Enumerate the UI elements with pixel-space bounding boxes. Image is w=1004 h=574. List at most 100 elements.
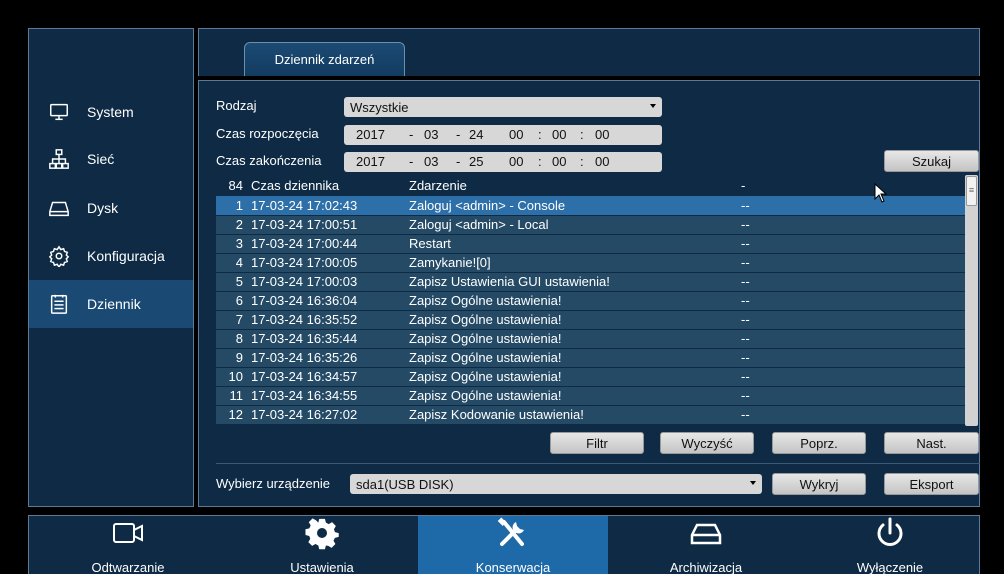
end-second[interactable]: 00 [595,154,609,169]
sidebar-item-system[interactable]: System [29,88,193,136]
date-separator: - [456,154,461,169]
divider [216,463,980,464]
disk-icon [47,196,71,220]
cell-time: 17-03-24 16:35:52 [251,310,409,330]
end-day[interactable]: 25 [469,154,483,169]
table-row[interactable]: 12 17-03-24 16:27:02 Zapisz Kodowanie usta… [216,405,965,425]
table-row[interactable]: 1 17-03-24 17:02:43 Zaloguj <admin> - Cons… [216,196,965,216]
cell-time: 17-03-24 17:00:03 [251,272,409,292]
date-separator: - [409,154,414,169]
scrollbar-thumb[interactable]: ≡ [966,176,977,206]
event-log-table: 84 Czas dziennika Zdarzenie - 1 17-03-24 … [216,175,980,426]
table-row[interactable]: 4 17-03-24 17:00:05 Zamykanie![0] -- [216,253,965,273]
tab-event-log[interactable]: Dziennik zdarzeń [244,42,405,76]
cell-event: Zapisz Ogólne ustawienia! [409,310,741,330]
cell-time: 17-03-24 16:27:02 [251,405,409,425]
table-row[interactable]: 9 17-03-24 16:35:26 Zapisz Ogólne ustawien… [216,348,965,368]
cell-time: 17-03-24 17:00:51 [251,215,409,235]
power-icon [877,517,903,546]
cell-event: Restart [409,234,741,254]
time-separator: : [538,154,542,169]
sidebar-item-configuration[interactable]: Konfiguracja [29,232,193,280]
next-page-button[interactable]: Nast. [884,432,979,454]
sidebar-item-label: Dysk [87,200,119,216]
start-year[interactable]: 2017 [356,127,385,142]
gear-icon [305,518,339,550]
type-label: Rodzaj [216,98,257,113]
device-select[interactable]: sda1(USB DISK) [350,474,762,494]
cell-time: 17-03-24 16:35:26 [251,348,409,368]
cell-index: 6 [216,291,251,311]
table-row[interactable]: 2 17-03-24 17:00:51 Zaloguj <admin> - Loca… [216,215,965,235]
cell-extra: -- [741,291,965,311]
table-row[interactable]: 6 17-03-24 16:36:04 Zapisz Ogólne ustawien… [216,291,965,311]
prev-page-button[interactable]: Poprz. [772,432,866,454]
nav-backup[interactable]: Archiwizacja [608,516,804,574]
end-year[interactable]: 2017 [356,154,385,169]
cell-index: 3 [216,234,251,254]
cell-index: 9 [216,348,251,368]
cell-extra: -- [741,253,965,273]
cell-time: 17-03-24 17:00:44 [251,234,409,254]
clear-button[interactable]: Wyczyść [660,432,754,454]
cell-event: Zapisz Ogólne ustawienia! [409,348,741,368]
end-hour[interactable]: 00 [509,154,523,169]
start-time-label: Czas rozpoczęcia [216,126,319,141]
detect-button[interactable]: Wykryj [772,473,866,495]
cell-time: 17-03-24 16:35:44 [251,329,409,349]
nav-label: Konserwacja [475,560,551,574]
table-row[interactable]: 3 17-03-24 17:00:44 Restart -- [216,234,965,254]
nav-label: Ustawienia [290,560,354,574]
table-row[interactable]: 11 17-03-24 16:34:55 Zapisz Ogólne ustawie… [216,386,965,406]
type-select[interactable]: Wszystkie [344,97,662,117]
cell-extra: -- [741,405,965,425]
column-header-extra: - [741,175,965,196]
cell-event: Zamykanie![0] [409,253,741,273]
table-row[interactable]: 8 17-03-24 16:35:44 Zapisz Ogólne ustawien… [216,329,965,349]
sidebar-item-disk[interactable]: Dysk [29,184,193,232]
end-time-label: Czas zakończenia [216,153,322,168]
tools-icon [497,517,524,546]
network-icon [47,147,71,171]
filter-button[interactable]: Filtr [550,432,644,454]
search-button[interactable]: Szukaj [884,150,979,172]
nav-maintenance[interactable]: Konserwacja [418,516,608,574]
type-select-value: Wszystkie [350,99,409,115]
cell-extra: -- [741,348,965,368]
start-hour[interactable]: 00 [509,127,523,142]
drive-icon [690,523,722,545]
table-row[interactable]: 5 17-03-24 17:00:03 Zapisz Ustawienia GUI … [216,272,965,292]
start-day[interactable]: 24 [469,127,483,142]
time-separator: : [580,154,584,169]
end-month[interactable]: 03 [424,154,438,169]
column-header-time: Czas dziennika [251,175,409,196]
start-minute[interactable]: 00 [552,127,566,142]
sidebar-item-label: Konfiguracja [87,248,165,264]
date-separator: - [456,127,461,142]
start-second[interactable]: 00 [595,127,609,142]
nav-shutdown[interactable]: Wyłączenie [792,516,988,574]
end-time-field[interactable]: 2017 - 03 - 25 00 : 00 : 00 [344,152,662,172]
date-separator: - [409,127,414,142]
nav-playback[interactable]: Odtwarzanie [30,516,226,574]
export-button[interactable]: Eksport [884,473,979,495]
sidebar-item-label: System [87,104,134,120]
table-scrollbar[interactable]: ≡ [965,175,978,426]
sidebar-item-log[interactable]: Dziennik [29,280,193,328]
sidebar-item-network[interactable]: Sieć [29,135,193,183]
end-minute[interactable]: 00 [552,154,566,169]
cell-extra: -- [741,234,965,254]
table-row[interactable]: 7 17-03-24 16:35:52 Zapisz Ogólne ustawien… [216,310,965,330]
cell-extra: -- [741,272,965,292]
start-time-field[interactable]: 2017 - 03 - 24 00 : 00 : 00 [344,125,662,145]
table-row[interactable]: 10 17-03-24 16:34:57 Zapisz Ogólne ustawie… [216,367,965,387]
device-select-value: sda1(USB DISK) [356,476,454,492]
start-month[interactable]: 03 [424,127,438,142]
cell-event: Zaloguj <admin> - Local [409,215,741,235]
cell-time: 17-03-24 17:00:05 [251,253,409,273]
nav-label: Wyłączenie [856,560,924,574]
cell-index: 7 [216,310,251,330]
nav-settings[interactable]: Ustawienia [224,516,420,574]
cell-time: 17-03-24 16:36:04 [251,291,409,311]
cell-event: Zapisz Ogólne ustawienia! [409,386,741,406]
